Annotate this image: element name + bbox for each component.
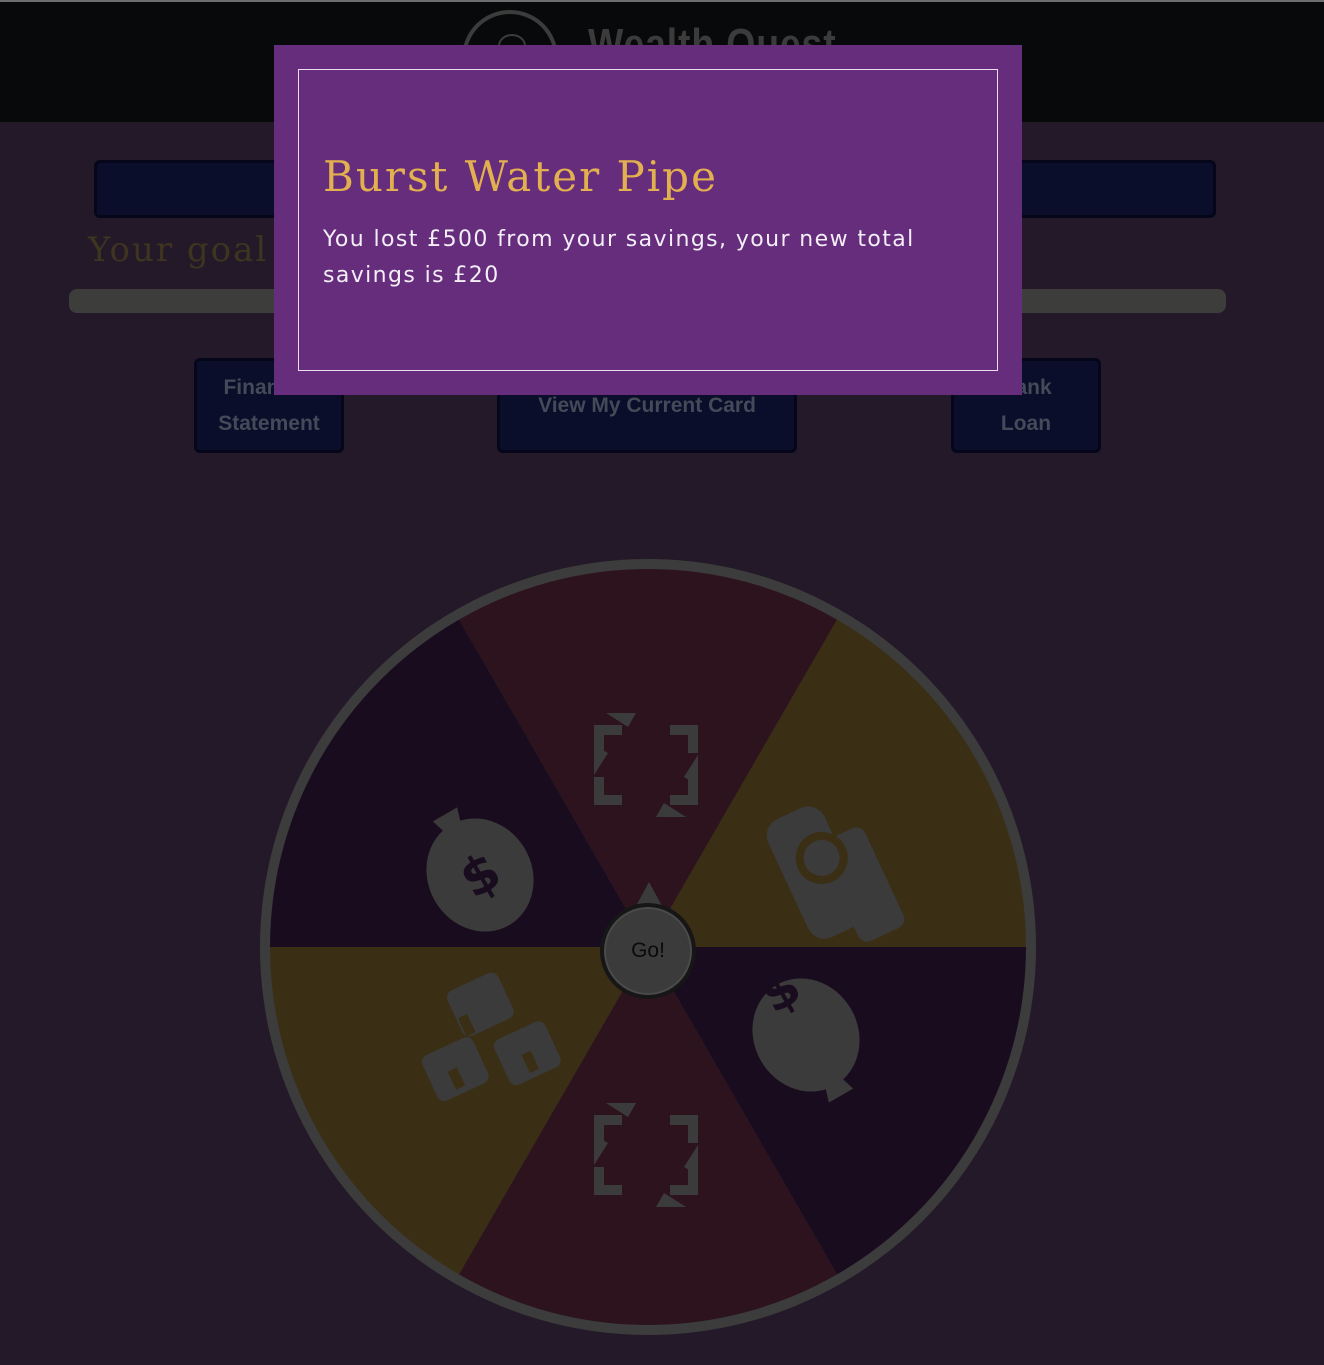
event-card-modal[interactable]: Burst Water Pipe You lost £500 from your…	[274, 45, 1022, 395]
financial-statement-label-line2: Statement	[218, 411, 320, 435]
goal-text: Your goal	[88, 230, 269, 270]
event-title: Burst Water Pipe	[323, 152, 718, 201]
spin-go-button[interactable]: Go!	[600, 903, 696, 999]
event-message: You lost £500 from your savings, your ne…	[323, 227, 915, 288]
bank-loan-label-line2: Loan	[1000, 411, 1052, 435]
modal-frame: Burst Water Pipe You lost £500 from your…	[298, 69, 998, 371]
